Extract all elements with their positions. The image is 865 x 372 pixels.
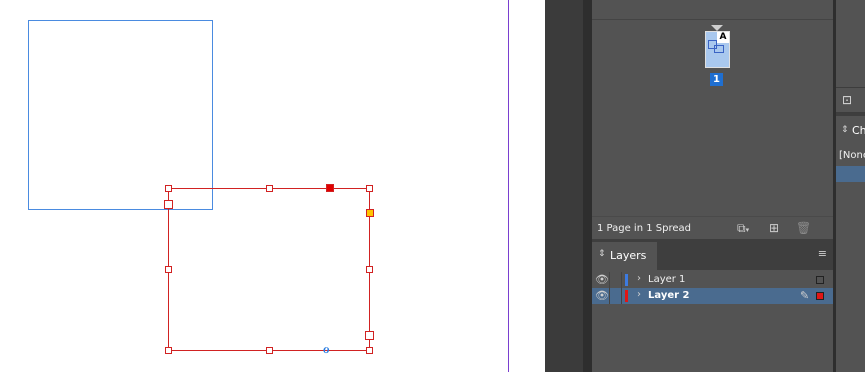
- out-port-handle[interactable]: [164, 200, 173, 209]
- column-divider: [621, 272, 622, 288]
- column-divider: [609, 288, 610, 304]
- dock-divider[interactable]: [583, 0, 592, 372]
- layer-color-swatch: [625, 290, 628, 302]
- pages-summary-text: 1 Page in 1 Spread: [597, 223, 691, 234]
- style-list-item[interactable]: [None: [839, 150, 865, 161]
- visibility-eye-icon[interactable]: 👁: [595, 273, 609, 286]
- handle-top-left[interactable]: [165, 185, 172, 192]
- handle-bottom-left[interactable]: [165, 347, 172, 354]
- page-thumbnail[interactable]: A: [705, 31, 730, 68]
- in-port-handle[interactable]: [365, 331, 374, 340]
- new-page-icon[interactable]: ⊞: [769, 221, 779, 235]
- layer-color-swatch: [625, 274, 628, 286]
- collapse-arrows-icon[interactable]: ⇕: [841, 125, 849, 135]
- content-grabber-handle[interactable]: [326, 184, 334, 192]
- visibility-eye-icon[interactable]: 👁: [595, 289, 609, 302]
- document-canvas[interactable]: ℴ: [0, 0, 545, 372]
- handle-middle-right[interactable]: [366, 266, 373, 273]
- layers-tab-label: Layers: [610, 249, 647, 262]
- page-size-icon[interactable]: ⧉▾: [737, 221, 749, 237]
- layer-selection-square[interactable]: [816, 276, 824, 284]
- layer-row-layer-2[interactable]: 👁 › Layer 2 ✎: [592, 288, 833, 304]
- handle-bottom-right[interactable]: [366, 347, 373, 354]
- page-number-label[interactable]: 1: [710, 73, 723, 86]
- tab-character-styles[interactable]: ⇕ Ch: [836, 116, 865, 146]
- indesign-window: ℴ A 1 1 Page in 1 Spread ⧉▾ ⊞ 🗑 ⇕ Layers…: [0, 0, 865, 372]
- pasteboard[interactable]: [509, 0, 545, 372]
- expand-chevron-icon[interactable]: ›: [637, 289, 641, 300]
- layer-row-layer-1[interactable]: 👁 › Layer 1: [592, 272, 833, 288]
- layers-panel: ⇕ Layers ≡ 👁 › Layer 1 👁 › Layer 2 ✎: [592, 239, 833, 372]
- page-edge-guide: [508, 0, 509, 372]
- layer-name[interactable]: Layer 1: [648, 274, 685, 285]
- text-wrap-icon: ⊡: [842, 93, 853, 107]
- layer1-rectangle-frame[interactable]: [28, 20, 213, 210]
- content-link-icon[interactable]: ℴ: [323, 341, 330, 357]
- handle-middle-left[interactable]: [165, 266, 172, 273]
- trash-icon[interactable]: 🗑: [796, 221, 811, 235]
- selected-style-row[interactable]: [836, 166, 865, 182]
- pages-panel: A 1 1 Page in 1 Spread ⧉▾ ⊞ 🗑: [592, 0, 833, 239]
- corner-options-handle[interactable]: [366, 209, 374, 217]
- collapse-arrows-icon[interactable]: ⇕: [598, 249, 606, 259]
- column-divider: [621, 288, 622, 304]
- panel-menu-icon[interactable]: ≡: [818, 248, 827, 259]
- tab-layers[interactable]: ⇕ Layers: [592, 242, 657, 270]
- layer-name[interactable]: Layer 2: [648, 290, 689, 301]
- master-prefix-label: A: [717, 32, 729, 43]
- layers-tab-bar: ⇕ Layers ≡: [592, 239, 833, 270]
- expand-chevron-icon[interactable]: ›: [637, 273, 641, 284]
- right-panel-tab-bar: ⇕ Ch: [836, 113, 865, 146]
- handle-bottom-center[interactable]: [266, 347, 273, 354]
- right-dock-panel: ⊡ ⇕ Ch [None: [836, 0, 865, 372]
- pen-target-icon: ✎: [800, 289, 810, 302]
- thumb-frame-icon: [714, 45, 724, 53]
- right-tab-label: Ch: [852, 124, 865, 137]
- handle-top-center[interactable]: [266, 185, 273, 192]
- panel-icon-button[interactable]: ⊡: [836, 87, 865, 113]
- selected-rectangle-frame[interactable]: [168, 188, 370, 351]
- handle-top-right[interactable]: [366, 185, 373, 192]
- pages-panel-footer: 1 Page in 1 Spread ⧉▾ ⊞ 🗑: [592, 216, 833, 239]
- layer-selection-square[interactable]: [816, 292, 824, 300]
- masters-divider[interactable]: [592, 19, 833, 20]
- column-divider: [609, 272, 610, 288]
